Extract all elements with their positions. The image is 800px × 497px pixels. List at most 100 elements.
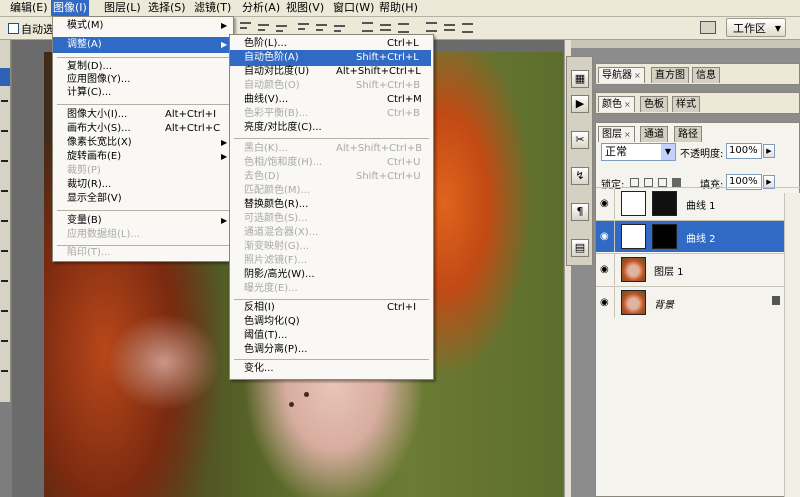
tool-icon[interactable] — [1, 340, 8, 342]
tool-icon[interactable] — [1, 280, 8, 282]
tab-swatches[interactable]: 色板 — [640, 96, 668, 112]
layer-row-curves-2[interactable]: ◉ 曲线 2 — [596, 220, 800, 252]
tool-icon[interactable] — [1, 130, 8, 132]
visibility-eye-icon[interactable]: ◉ — [600, 298, 609, 308]
menu-item-posterize[interactable]: 色调分离(P)... — [230, 342, 431, 358]
navigator-panel: 导航器 × 直方图 信息 — [595, 63, 800, 85]
align-bottom-icon[interactable] — [276, 21, 287, 33]
lock-all-icon[interactable] — [672, 178, 681, 187]
tab-layers[interactable]: 图层 × — [598, 126, 635, 142]
align-hcenter-icon[interactable] — [316, 21, 327, 33]
align-right-icon[interactable] — [334, 21, 345, 33]
toolbox-header — [0, 68, 10, 86]
lock-transparency-icon[interactable] — [630, 178, 639, 187]
tool-icon[interactable] — [1, 100, 8, 102]
tool-icon[interactable] — [1, 310, 8, 312]
blend-mode-select[interactable]: 正常 ▼ — [601, 143, 676, 161]
tool-icon[interactable] — [1, 220, 8, 222]
menu-layer[interactable]: 图层(L) — [102, 0, 143, 16]
menu-help[interactable]: 帮助(H) — [377, 0, 420, 16]
layer-name: 曲线 1 — [686, 201, 716, 212]
distribute-left-icon[interactable] — [426, 21, 437, 33]
layers-scrollbar[interactable] — [784, 193, 800, 497]
chevron-down-icon: ▼ — [774, 24, 781, 33]
layer-row-background[interactable]: ◉ 背景 — [596, 286, 800, 318]
menu-item-label: 调整(A) — [67, 39, 102, 50]
distribute-hcenter-icon[interactable] — [444, 21, 455, 33]
tab-navigator[interactable]: 导航器 × — [598, 67, 645, 83]
close-icon[interactable]: × — [634, 71, 641, 80]
tab-histogram[interactable]: 直方图 — [651, 67, 689, 83]
layer-row-layer-1[interactable]: ◉ 图层 1 — [596, 253, 800, 285]
menu-item-trap: 陷印(T)... — [53, 245, 231, 261]
layer-mask-thumbnail[interactable] — [652, 191, 677, 216]
visibility-eye-icon[interactable]: ◉ — [600, 199, 609, 209]
menu-item-label: 亮度/对比度(C)... — [244, 122, 322, 133]
align-vcenter-icon[interactable] — [258, 21, 269, 33]
tab-label: 颜色 — [602, 99, 622, 110]
menu-view[interactable]: 视图(V) — [284, 0, 326, 16]
workspace-button[interactable]: 工作区 ▼ — [726, 18, 786, 37]
tab-label: 通道 — [644, 129, 664, 140]
visibility-eye-icon[interactable]: ◉ — [600, 265, 609, 275]
menu-item-apply-data-set: 应用数据组(L)... — [53, 227, 231, 243]
menu-image[interactable]: 图像(I) — [51, 0, 89, 16]
menu-item-brightness-contrast[interactable]: 亮度/对比度(C)... — [230, 120, 431, 136]
lock-icon — [772, 296, 780, 305]
menu-analysis[interactable]: 分析(A) — [240, 0, 282, 16]
auto-select-checkbox[interactable]: 自动选 — [8, 21, 54, 37]
opacity-slider-button[interactable]: ▶ — [763, 144, 775, 158]
tool-icon[interactable] — [1, 160, 8, 162]
menu-item-calculations[interactable]: 计算(C)... — [53, 85, 231, 101]
adjustments-submenu: 色阶(L)... Ctrl+L 自动色阶(A) Shift+Ctrl+L 自动对比度… — [229, 34, 434, 380]
menu-item-reveal-all[interactable]: 显示全部(V) — [53, 191, 231, 207]
distribute-top-icon[interactable] — [362, 21, 373, 33]
menu-window[interactable]: 窗口(W) — [331, 0, 376, 16]
brushes-icon[interactable]: ↯ — [571, 167, 589, 185]
paragraph-icon[interactable]: ¶ — [571, 203, 589, 221]
menu-item-adjust[interactable]: 调整(A) ▶ — [53, 37, 231, 53]
tool-presets-icon[interactable]: ✂ — [571, 131, 589, 149]
close-icon[interactable]: × — [624, 130, 631, 139]
menu-divider — [57, 57, 229, 58]
menu-item-label: 模式(M) — [67, 20, 104, 31]
menu-select[interactable]: 选择(S) — [146, 0, 188, 16]
history-icon[interactable]: ▦ — [571, 70, 589, 88]
lock-position-icon[interactable] — [658, 178, 667, 187]
layer-row-curves-1[interactable]: ◉ 曲线 1 — [596, 187, 800, 219]
tool-icon[interactable] — [1, 250, 8, 252]
tab-info[interactable]: 信息 — [692, 67, 720, 83]
lock-image-icon[interactable] — [644, 178, 653, 187]
distribute-bottom-icon[interactable] — [398, 21, 409, 33]
visibility-eye-icon[interactable]: ◉ — [600, 232, 609, 242]
tab-channels[interactable]: 通道 — [640, 126, 668, 142]
menu-item-variations[interactable]: 变化... — [230, 361, 431, 377]
layer-name: 图层 1 — [654, 267, 684, 278]
menu-edit[interactable]: 编辑(E) — [8, 0, 50, 16]
photo-detail — [289, 402, 294, 407]
distribute-right-icon[interactable] — [462, 21, 473, 33]
tab-styles[interactable]: 样式 — [672, 96, 700, 112]
checkbox-box[interactable] — [8, 23, 19, 34]
menu-bar: 编辑(E) 图像(I) 图层(L) 选择(S) 滤镜(T) 分析(A) 视图(V… — [0, 0, 800, 17]
tab-color[interactable]: 颜色 × — [598, 96, 635, 112]
tab-label: 色板 — [644, 99, 664, 110]
tool-icon[interactable] — [1, 190, 8, 192]
menu-filter[interactable]: 滤镜(T) — [192, 0, 233, 16]
close-icon[interactable]: × — [624, 100, 631, 109]
blend-mode-value: 正常 — [605, 145, 627, 158]
align-left-icon[interactable] — [298, 21, 309, 33]
opacity-field[interactable]: 100% — [726, 143, 762, 159]
layer-comps-icon[interactable]: ▤ — [571, 239, 589, 257]
menu-item-mode[interactable]: 模式(M) ▶ — [53, 18, 231, 34]
tool-icon[interactable] — [1, 370, 8, 372]
tab-paths[interactable]: 路径 — [674, 126, 702, 142]
workspace-icon[interactable] — [700, 21, 716, 34]
distribute-vcenter-icon[interactable] — [380, 21, 391, 33]
layer-mask-thumbnail[interactable] — [652, 224, 677, 249]
align-top-icon[interactable] — [240, 21, 251, 33]
toolbox-strip — [0, 40, 11, 402]
workspace-label: 工作区 — [733, 22, 766, 35]
actions-icon[interactable]: ▶ — [571, 95, 589, 113]
photo-detail — [304, 392, 309, 397]
